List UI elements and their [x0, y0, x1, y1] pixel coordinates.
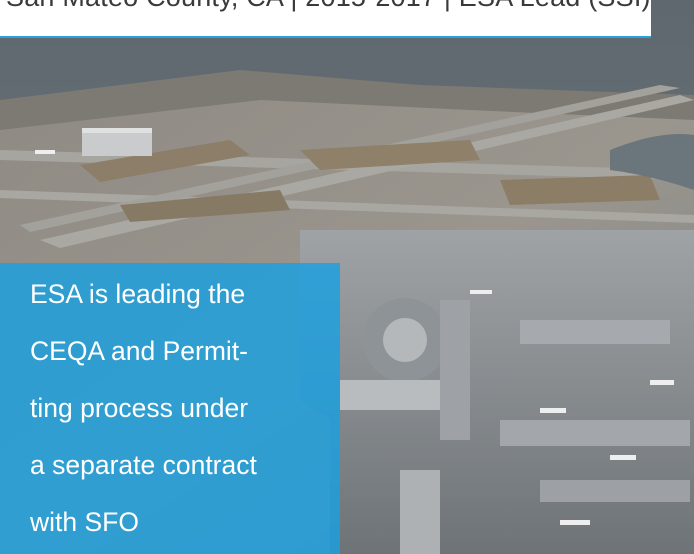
callout-line: with SFO	[30, 507, 139, 537]
callout-line: CEQA and Permit-	[30, 336, 248, 366]
callout-line: a separate contract	[30, 450, 257, 480]
callout-panel: ESA is leading the CEQA and Permit- ting…	[0, 263, 340, 554]
caption-underline	[0, 36, 651, 38]
callout-line: ting process under	[30, 393, 249, 423]
caption-text: San Mateo County, CA | 2015-2017 | ESA L…	[6, 0, 651, 13]
callout-line: ESA is leading the	[30, 279, 246, 309]
caption-box: San Mateo County, CA | 2015-2017 | ESA L…	[0, 0, 651, 38]
